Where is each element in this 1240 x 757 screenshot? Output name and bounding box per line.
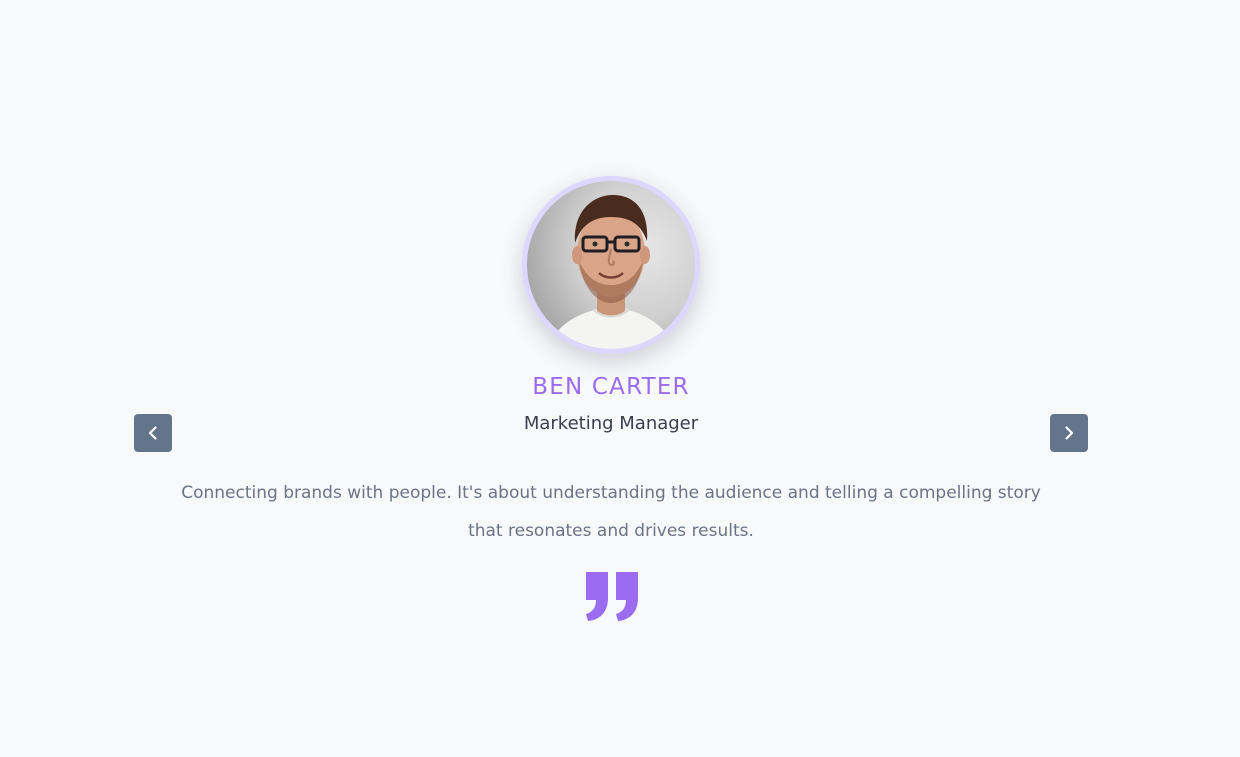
testimonial-slider: BEN CARTER Marketing Manager Connecting … bbox=[0, 0, 1240, 757]
avatar-portrait bbox=[547, 195, 675, 349]
chevron-left-icon bbox=[148, 426, 157, 440]
testimonial-quote: Connecting brands with people. It's abou… bbox=[181, 483, 1041, 541]
person-role: Marketing Manager bbox=[523, 413, 699, 434]
avatar bbox=[527, 181, 695, 349]
avatar-ring bbox=[522, 176, 700, 354]
chevron-right-icon bbox=[1065, 426, 1074, 440]
prev-button[interactable] bbox=[134, 414, 172, 452]
person-name: BEN CARTER bbox=[532, 374, 690, 400]
next-button[interactable] bbox=[1050, 414, 1088, 452]
closing-quote-icon bbox=[582, 570, 642, 622]
